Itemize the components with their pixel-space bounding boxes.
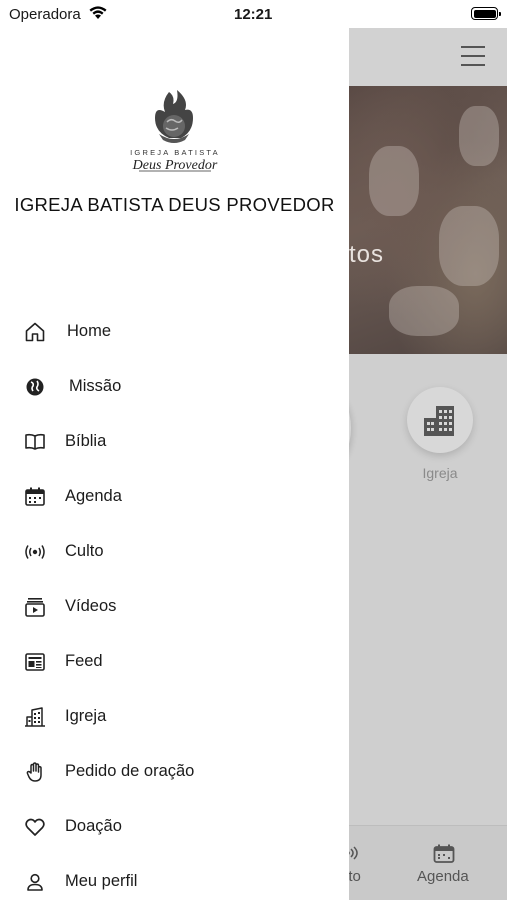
drawer-item-label: Bíblia	[65, 432, 107, 450]
broadcast-icon	[24, 541, 46, 563]
logo-text-line1: IGREJA BATISTA	[130, 148, 220, 157]
drawer-item-label: Meu perfil	[65, 872, 138, 890]
tab-bar: lto Agenda	[349, 825, 507, 900]
drawer-item-label: Culto	[65, 542, 104, 560]
wifi-icon	[88, 5, 108, 25]
tab-culto-label[interactable]: lto	[349, 868, 361, 885]
globe-icon	[24, 376, 46, 398]
drawer-item-meu-perfil[interactable]: Meu perfil	[0, 854, 349, 900]
newspaper-icon	[24, 651, 46, 673]
church-shortcut-label: Igreja	[422, 465, 458, 481]
home-icon	[24, 321, 46, 343]
church-name: IGREJA BATISTA DEUS PROVEDOR	[14, 194, 335, 215]
heart-icon	[24, 816, 46, 838]
building-icon	[424, 406, 454, 436]
drawer-item-biblia[interactable]: Bíblia	[0, 414, 349, 469]
drawer-item-label: Vídeos	[65, 597, 117, 615]
calendar-icon	[24, 486, 46, 508]
church-shortcut-button[interactable]	[407, 387, 473, 453]
drawer-item-feed[interactable]: Feed	[0, 634, 349, 689]
video-icon	[24, 596, 46, 618]
drawer-item-label: Agenda	[65, 487, 122, 505]
shortcut-button[interactable]	[349, 392, 351, 464]
clock: 12:21	[234, 6, 273, 23]
drawer-item-videos[interactable]: Vídeos	[0, 579, 349, 634]
battery-icon	[471, 7, 501, 20]
drawer-item-missao[interactable]: Missão	[0, 359, 349, 414]
drawer-item-home[interactable]: Home	[0, 304, 349, 359]
hero-banner[interactable]: tos	[349, 86, 507, 354]
calendar-icon[interactable]	[433, 844, 455, 869]
hand-icon	[24, 761, 46, 783]
navigation-drawer: IGREJA BATISTA Deus Provedor IGREJA BATI…	[0, 28, 349, 900]
drawer-item-culto[interactable]: Culto	[0, 524, 349, 579]
drawer-item-doacao[interactable]: Doação	[0, 799, 349, 854]
drawer-item-label: Feed	[65, 652, 103, 670]
building-icon	[24, 706, 46, 728]
carrier-name: Operadora	[9, 6, 81, 23]
drawer-item-pedido-de-oracao[interactable]: Pedido de oração	[0, 744, 349, 799]
hamburger-menu-icon[interactable]	[461, 46, 485, 66]
drawer-item-label: Igreja	[65, 707, 107, 725]
broadcast-icon[interactable]	[349, 846, 359, 865]
book-icon	[24, 431, 46, 453]
church-logo: IGREJA BATISTA Deus Provedor	[125, 88, 225, 180]
user-icon	[24, 871, 46, 893]
banner-title: tos	[349, 241, 385, 268]
drawer-item-label: Pedido de oração	[65, 762, 195, 780]
drawer-item-label: Doação	[65, 817, 122, 835]
status-bar: Operadora 12:21	[0, 0, 507, 28]
tab-agenda-label[interactable]: Agenda	[417, 868, 469, 885]
background-app: tos Igreja lto Agenda	[349, 28, 507, 900]
drawer-item-label: Missão	[69, 377, 122, 395]
app-header	[349, 28, 507, 86]
drawer-item-igreja[interactable]: Igreja	[0, 689, 349, 744]
drawer-item-label: Home	[67, 322, 112, 340]
drawer-item-agenda[interactable]: Agenda	[0, 469, 349, 524]
